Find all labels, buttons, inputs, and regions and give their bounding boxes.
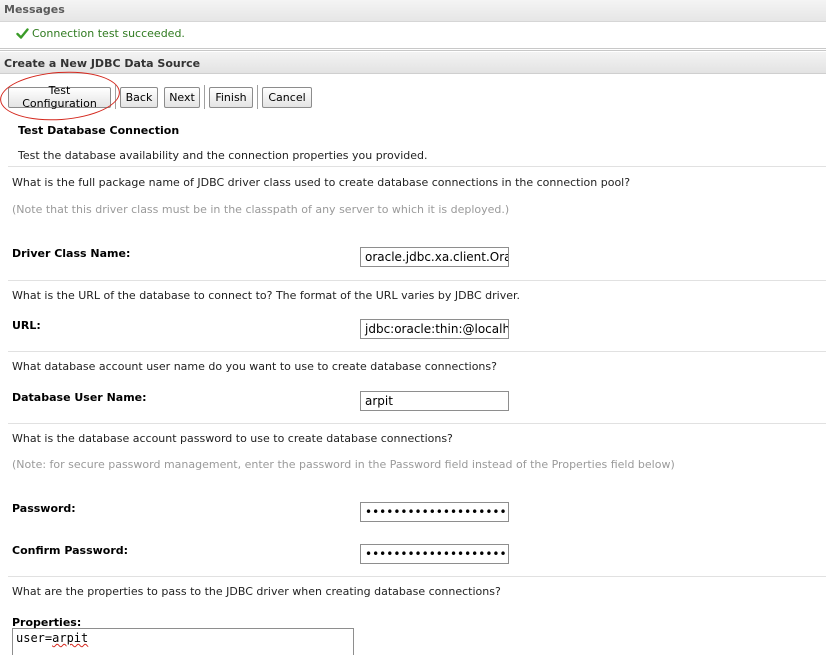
section-header: Create a New JDBC Data Source — [0, 52, 826, 74]
finish-button[interactable]: Finish — [209, 86, 253, 108]
next-button[interactable]: Next — [164, 86, 200, 108]
driver-class-label: Driver Class Name: — [12, 247, 131, 260]
properties-textarea[interactable]: user=arpit — [12, 628, 354, 655]
confirm-password-input[interactable]: •••••••••••••••••••• — [360, 544, 509, 564]
success-message: Connection test succeeded. — [16, 25, 185, 41]
form-intro: Test the database availability and the c… — [18, 149, 428, 162]
password-note: (Note: for secure password management, e… — [12, 458, 675, 471]
messages-header: Messages — [0, 0, 826, 22]
driver-question: What is the full package name of JDBC dr… — [12, 176, 631, 189]
divider — [0, 50, 826, 51]
back-button[interactable]: Back — [120, 86, 158, 108]
success-message-text: Connection test succeeded. — [32, 26, 185, 40]
divider — [8, 280, 826, 281]
password-input[interactable]: •••••••••••••••••••• — [360, 502, 509, 522]
page-title: Create a New JDBC Data Source — [4, 57, 201, 70]
messages-title: Messages — [4, 3, 65, 16]
wizard-toolbar: Test Configuration Back Next Finish Canc… — [8, 84, 312, 110]
divider — [8, 423, 826, 424]
properties-question: What are the properties to pass to the J… — [12, 585, 501, 598]
user-name-input[interactable]: arpit — [360, 391, 509, 411]
driver-class-input[interactable]: oracle.jdbc.xa.client.Ora — [360, 247, 509, 267]
toolbar-separator — [204, 85, 205, 109]
divider — [8, 576, 826, 577]
user-question: What database account user name do you w… — [12, 360, 497, 373]
user-name-label: Database User Name: — [12, 391, 147, 404]
cancel-button[interactable]: Cancel — [262, 86, 312, 108]
form-heading: Test Database Connection — [18, 124, 180, 137]
check-icon — [16, 27, 29, 40]
properties-value: arpit — [52, 631, 89, 645]
toolbar-separator — [257, 85, 258, 109]
properties-key: user= — [16, 631, 53, 645]
divider — [8, 351, 826, 352]
divider — [8, 166, 826, 167]
url-question: What is the URL of the database to conne… — [12, 289, 520, 302]
url-input[interactable]: jdbc:oracle:thin:@localh — [360, 319, 509, 339]
url-label: URL: — [12, 319, 41, 332]
test-configuration-button[interactable]: Test Configuration — [8, 84, 111, 110]
password-question: What is the database account password to… — [12, 432, 453, 445]
confirm-password-label: Confirm Password: — [12, 544, 129, 557]
toolbar-separator — [115, 85, 116, 109]
divider — [0, 48, 826, 49]
password-label: Password: — [12, 502, 76, 515]
driver-note: (Note that this driver class must be in … — [12, 203, 510, 216]
